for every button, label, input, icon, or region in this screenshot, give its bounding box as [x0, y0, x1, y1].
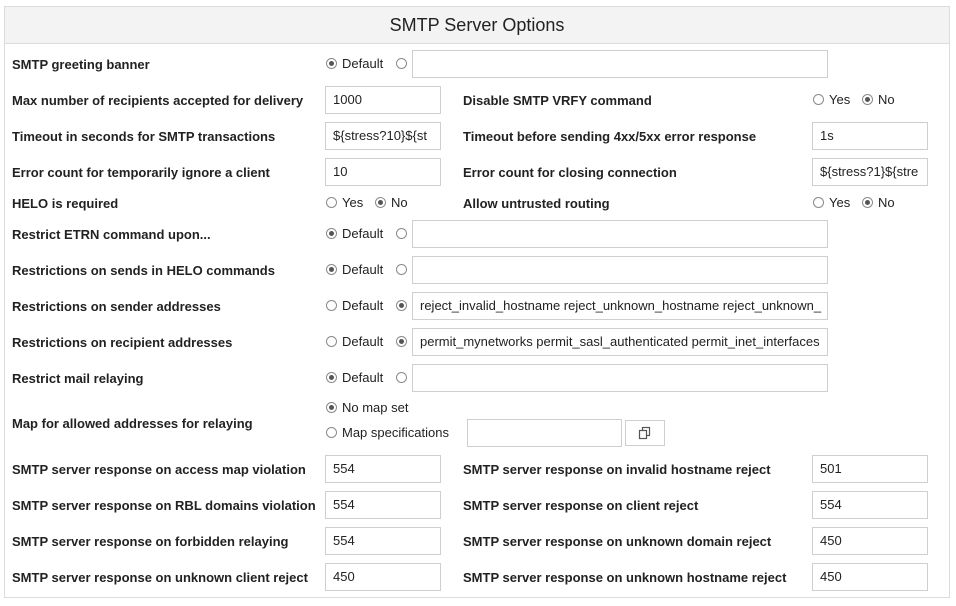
resp-access-map-label: SMTP server response on access map viola…	[12, 462, 306, 477]
greeting-banner-input[interactable]	[412, 50, 828, 78]
relay-map-none-text: No map set	[342, 400, 409, 415]
timeout-smtp-input[interactable]: ${stress?10}${st	[325, 122, 441, 150]
restrict-relaying-label: Restrict mail relaying	[12, 371, 144, 386]
timeout-smtp-label: Timeout in seconds for SMTP transactions	[12, 129, 276, 144]
resp-unknown-client-input[interactable]: 450	[325, 563, 441, 591]
resp-unknown-domain-label: SMTP server response on unknown domain r…	[463, 534, 772, 549]
error-count-close-label: Error count for closing connection	[463, 165, 677, 180]
restrict-recipient-input[interactable]: permit_mynetworks permit_sasl_authentica…	[412, 328, 828, 356]
greeting-banner-label: SMTP greeting banner	[12, 57, 150, 72]
restrict-relaying-default-radio[interactable]	[326, 372, 337, 383]
resp-invalid-hostname-input[interactable]: 501	[812, 455, 928, 483]
restrict-helo-default-radio[interactable]	[326, 264, 337, 275]
disable-vrfy-yes-radio[interactable]	[813, 94, 824, 105]
untrusted-routing-label: Allow untrusted routing	[463, 196, 610, 211]
relay-map-label: Map for allowed addresses for relaying	[12, 416, 253, 431]
helo-required-yes-radio[interactable]	[326, 197, 337, 208]
error-count-ignore-label: Error count for temporarily ignore a cli…	[12, 165, 270, 180]
resp-forbidden-relay-input[interactable]: 554	[325, 527, 441, 555]
restrict-etrn-default-radio[interactable]	[326, 228, 337, 239]
relay-map-none-radio[interactable]	[326, 402, 337, 413]
disable-vrfy-yes-text: Yes	[829, 92, 851, 107]
untrusted-routing-yes-text: Yes	[829, 195, 851, 210]
resp-forbidden-relay-label: SMTP server response on forbidden relayi…	[12, 534, 289, 549]
restrict-etrn-label: Restrict ETRN command upon...	[12, 227, 211, 242]
relay-map-spec-radio[interactable]	[326, 427, 337, 438]
restrict-recipient-default-text: Default	[342, 334, 384, 349]
disable-vrfy-label: Disable SMTP VRFY command	[463, 93, 652, 108]
error-count-ignore-input[interactable]: 10	[325, 158, 441, 186]
greeting-banner-default-radio[interactable]	[326, 58, 337, 69]
untrusted-routing-no-text: No	[878, 195, 895, 210]
resp-unknown-hostname-label: SMTP server response on unknown hostname…	[463, 570, 787, 585]
restrict-relaying-custom-radio[interactable]	[396, 372, 407, 383]
greeting-banner-default-text: Default	[342, 56, 384, 71]
restrict-recipient-default-radio[interactable]	[326, 336, 337, 347]
timeout-error-input[interactable]: 1s	[812, 122, 928, 150]
panel-header: SMTP Server Options	[5, 7, 949, 44]
restrict-relaying-input[interactable]	[412, 364, 828, 392]
restrict-recipient-custom-radio[interactable]	[396, 336, 407, 347]
relay-map-chooser-button[interactable]	[625, 420, 665, 446]
greeting-banner-custom-radio[interactable]	[396, 58, 407, 69]
restrict-sender-default-radio[interactable]	[326, 300, 337, 311]
restrict-etrn-custom-radio[interactable]	[396, 228, 407, 239]
restrict-etrn-default-text: Default	[342, 226, 384, 241]
error-count-close-input[interactable]: ${stress?1}${stre	[812, 158, 928, 186]
resp-rbl-label: SMTP server response on RBL domains viol…	[12, 498, 316, 513]
untrusted-routing-no-radio[interactable]	[862, 197, 873, 208]
timeout-error-label: Timeout before sending 4xx/5xx error res…	[463, 129, 757, 144]
restrict-recipient-label: Restrictions on recipient addresses	[12, 335, 233, 350]
restrict-sender-custom-radio[interactable]	[396, 300, 407, 311]
helo-required-yes-text: Yes	[342, 195, 364, 210]
resp-invalid-hostname-label: SMTP server response on invalid hostname…	[463, 462, 771, 477]
relay-map-spec-text: Map specifications	[342, 425, 449, 440]
resp-unknown-client-label: SMTP server response on unknown client r…	[12, 570, 308, 585]
max-recipients-input[interactable]: 1000	[325, 86, 441, 114]
copy-icon	[638, 426, 651, 440]
helo-required-label: HELO is required	[12, 196, 119, 211]
restrict-helo-default-text: Default	[342, 262, 384, 277]
max-recipients-label: Max number of recipients accepted for de…	[12, 93, 304, 108]
restrict-sender-label: Restrictions on sender addresses	[12, 299, 221, 314]
restrict-relaying-default-text: Default	[342, 370, 384, 385]
resp-unknown-domain-input[interactable]: 450	[812, 527, 928, 555]
disable-vrfy-no-radio[interactable]	[862, 94, 873, 105]
resp-client-reject-input[interactable]: 554	[812, 491, 928, 519]
resp-access-map-input[interactable]: 554	[325, 455, 441, 483]
restrict-sender-input[interactable]: reject_invalid_hostname reject_unknown_h…	[412, 292, 828, 320]
restrict-sender-default-text: Default	[342, 298, 384, 313]
restrict-helo-label: Restrictions on sends in HELO commands	[12, 263, 275, 278]
relay-map-input[interactable]	[467, 419, 622, 447]
untrusted-routing-yes-radio[interactable]	[813, 197, 824, 208]
restrict-etrn-input[interactable]	[412, 220, 828, 248]
resp-rbl-input[interactable]: 554	[325, 491, 441, 519]
helo-required-no-radio[interactable]	[375, 197, 386, 208]
disable-vrfy-no-text: No	[878, 92, 895, 107]
helo-required-no-text: No	[391, 195, 408, 210]
resp-client-reject-label: SMTP server response on client reject	[463, 498, 699, 513]
restrict-helo-custom-radio[interactable]	[396, 264, 407, 275]
resp-unknown-hostname-input[interactable]: 450	[812, 563, 928, 591]
page-title: SMTP Server Options	[389, 14, 565, 35]
restrict-helo-input[interactable]	[412, 256, 828, 284]
